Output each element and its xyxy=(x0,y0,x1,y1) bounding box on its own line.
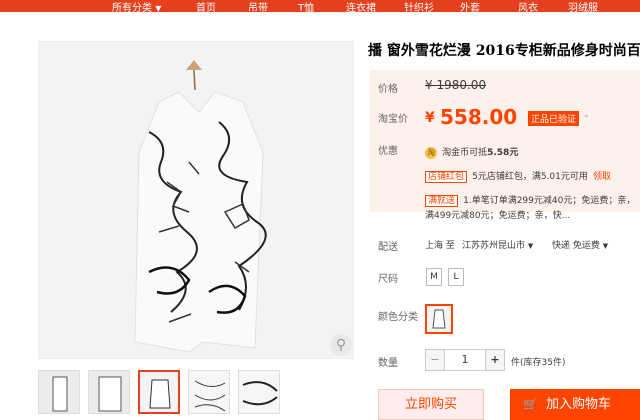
destination-text: 江苏苏州昆山市 xyxy=(462,241,526,251)
nav-item-home[interactable]: 首页 xyxy=(196,0,216,14)
coin-amount: 5.58元 xyxy=(487,148,519,158)
nav-item-coat[interactable]: 外套 xyxy=(460,0,480,14)
product-title: 播 窗外雪花烂漫 2016专柜新品修身时尚百搭中 xyxy=(368,43,640,59)
coin-text: 淘金币可抵 xyxy=(442,148,488,158)
nav-all-categories-label: 所有分类 xyxy=(112,3,152,14)
quantity-decrement-button[interactable]: − xyxy=(425,349,445,371)
add-to-cart-button[interactable]: 🛒 加入购物车 xyxy=(510,389,640,420)
shipping-method-text: 快递 免运费 xyxy=(552,241,600,251)
caret-down-icon: ▼ xyxy=(527,242,534,250)
garment-illustration xyxy=(39,42,353,358)
shipping-method[interactable]: 快递 免运费 ▼ xyxy=(552,238,608,251)
full-reduction-row: 满就送 1.单笔订单满299元减40元；免运费；亲， xyxy=(425,188,635,207)
taobao-price-label: 淘宝价 xyxy=(378,114,408,125)
promo-label: 优惠 xyxy=(378,146,398,157)
add-to-cart-label: 加入购物车 xyxy=(545,397,611,412)
zoom-button[interactable]: ⚲ xyxy=(330,334,352,356)
quantity-increment-button[interactable]: + xyxy=(485,349,505,371)
nav-item-trenchcoat[interactable]: 风衣 xyxy=(518,0,538,14)
cart-icon: 🛒 xyxy=(523,397,538,411)
thumbnail[interactable] xyxy=(238,370,280,414)
nav-all-categories[interactable]: 所有分类 ▼ xyxy=(112,0,161,14)
quantity-input[interactable]: 1 xyxy=(444,349,486,371)
caret-down-icon: ▼ xyxy=(155,4,162,13)
nav-item-dress[interactable]: 连衣裙 xyxy=(346,0,376,14)
stock-count: 件(库存35件) xyxy=(511,358,566,368)
color-label: 颜色分类 xyxy=(378,312,418,323)
nav-item-camisole[interactable]: 吊带 xyxy=(248,0,268,14)
shipping-label: 配送 xyxy=(378,242,398,253)
coin-icon: 淘 xyxy=(425,147,437,159)
top-nav-bar: 所有分类 ▼ 首页 吊带 T恤 连衣裙 针织衫 外套 风衣 羽绒服 xyxy=(0,0,640,14)
thumbnail[interactable] xyxy=(188,370,230,414)
size-label: 尺码 xyxy=(378,274,398,285)
size-option-l[interactable]: L xyxy=(448,268,464,286)
currency-symbol: ¥ xyxy=(425,110,435,126)
full-reduction-text-1: 1.单笔订单满299元减40元；免运费；亲， xyxy=(463,196,636,206)
thumbnail-strip xyxy=(38,370,358,418)
nav-item-knitwear[interactable]: 针织衫 xyxy=(404,0,434,14)
buy-now-button[interactable]: 立即购买 xyxy=(378,389,484,420)
quantity-label: 数量 xyxy=(378,358,398,369)
shop-coupon-text: 5元店铺红包，满5.01元可用 xyxy=(472,172,588,182)
shipping-destination[interactable]: 江苏苏州昆山市 ▼ xyxy=(462,238,533,251)
chevron-down-icon[interactable]: ⌄ xyxy=(583,110,590,119)
thumbnail[interactable] xyxy=(88,370,130,414)
caret-down-icon: ▼ xyxy=(602,242,609,250)
full-reduction-tag: 满就送 xyxy=(425,195,459,207)
authentic-badge: 正品已验证 xyxy=(528,111,580,126)
thumbnail[interactable] xyxy=(38,370,80,414)
size-option-m[interactable]: M xyxy=(426,268,442,286)
shipping-from: 上海 至 xyxy=(425,241,455,251)
main-product-image[interactable] xyxy=(38,41,354,359)
thumbnail-active[interactable] xyxy=(138,370,180,414)
search-icon: ⚲ xyxy=(335,337,347,353)
full-reduction-text-2: 满499元减80元；免运费；亲，快... xyxy=(425,211,571,221)
color-option-swatch[interactable] xyxy=(425,304,453,334)
current-price: 558.00 xyxy=(440,105,518,129)
original-price: ¥ 1980.00 xyxy=(425,78,487,92)
price-label: 价格 xyxy=(378,84,398,95)
claim-coupon-link[interactable]: 领取 xyxy=(593,172,611,182)
nav-item-down-jacket[interactable]: 羽绒服 xyxy=(568,0,598,14)
coin-promo: 淘 淘金币可抵5.58元 xyxy=(425,140,518,159)
nav-item-tshirt[interactable]: T恤 xyxy=(298,0,314,14)
shop-coupon-row: 店铺红包 5元店铺红包，满5.01元可用 领取 xyxy=(425,164,611,183)
shop-coupon-tag: 店铺红包 xyxy=(425,171,468,183)
